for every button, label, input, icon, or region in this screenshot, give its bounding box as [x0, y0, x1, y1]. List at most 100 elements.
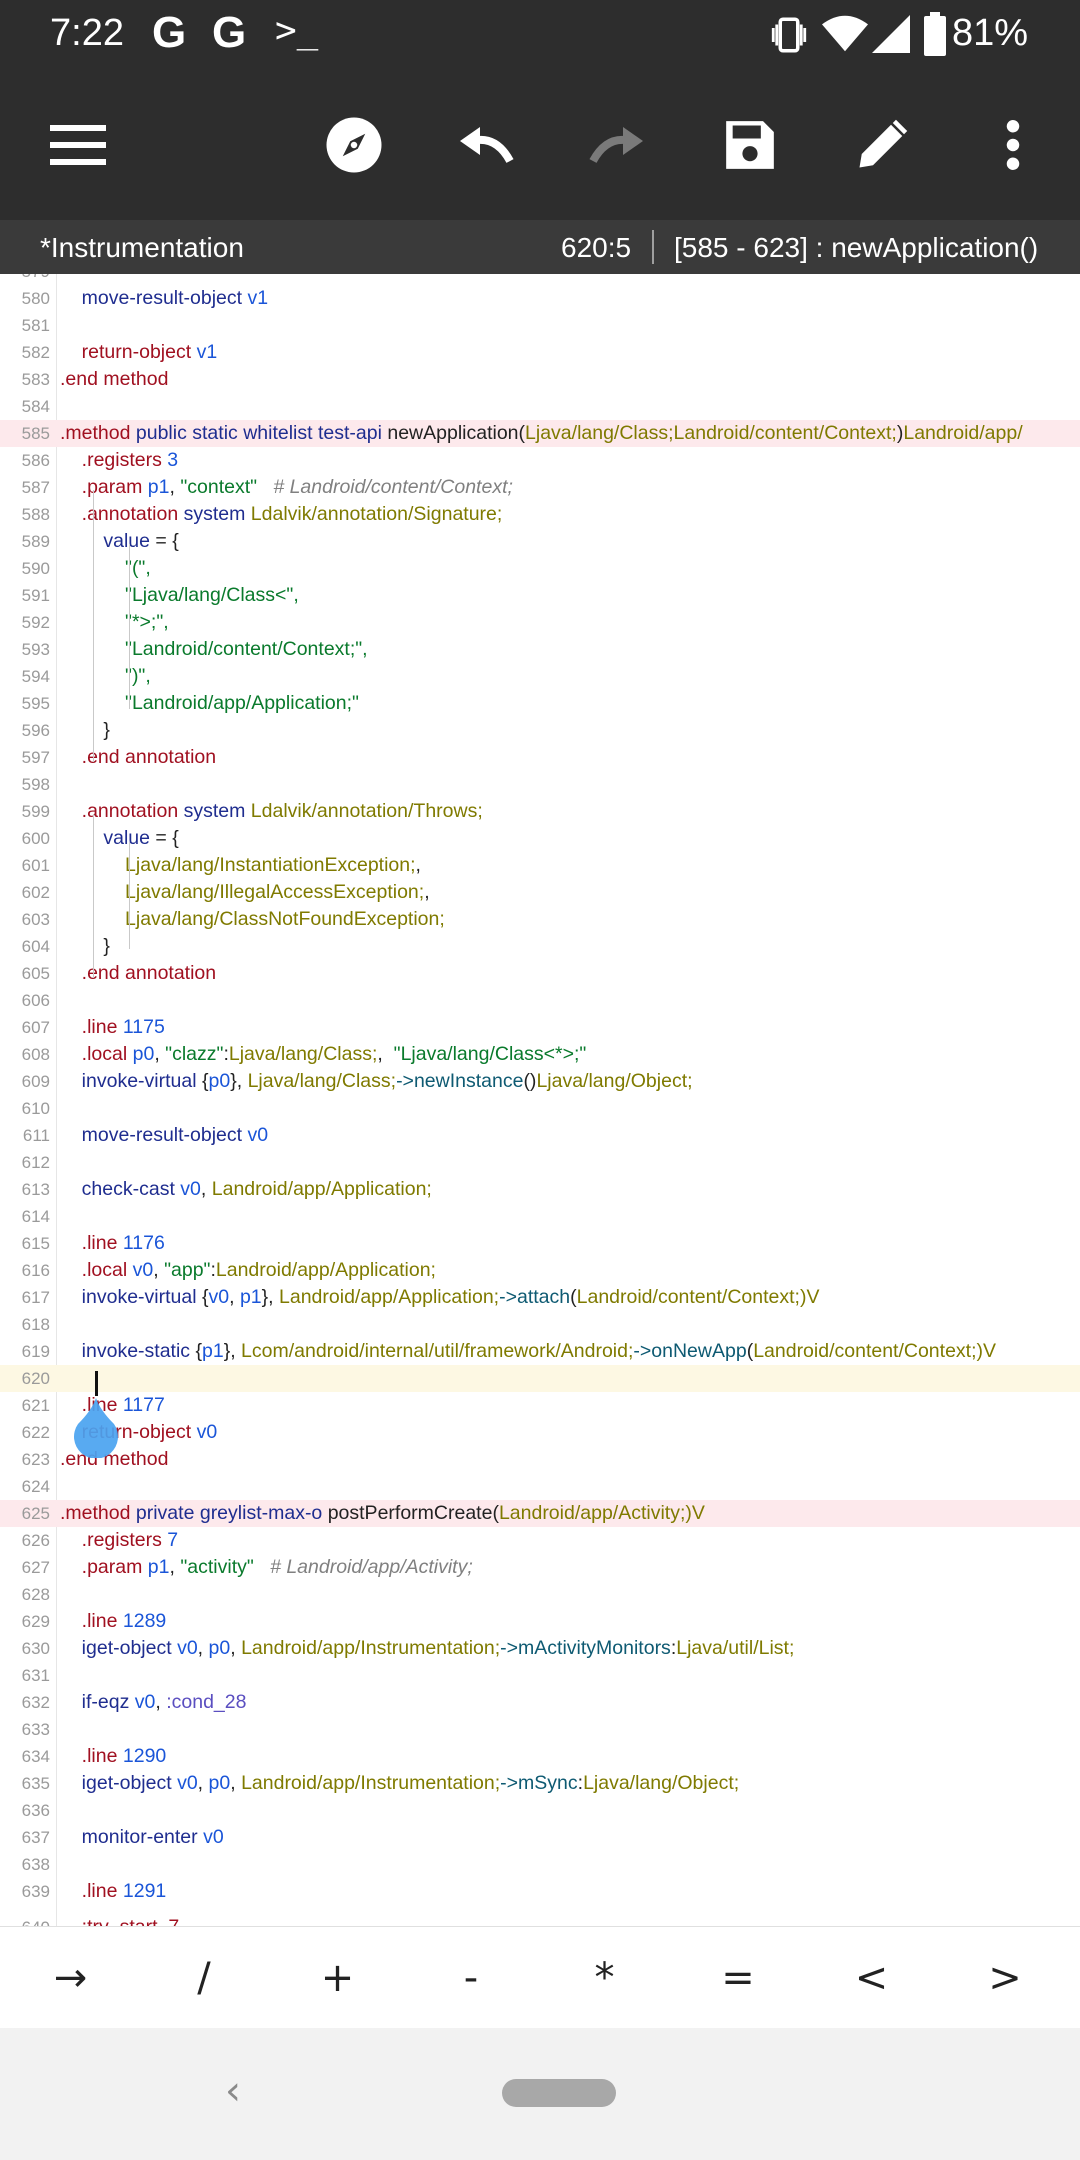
code-text: .registers 3 — [60, 449, 178, 472]
code-line[interactable]: 634 .line 1290 — [0, 1743, 1080, 1770]
code-line[interactable]: 590 "(", — [0, 555, 1080, 582]
code-line[interactable]: 589 value = { — [0, 528, 1080, 555]
code-line[interactable]: 614 — [0, 1203, 1080, 1230]
code-line[interactable]: 624 — [0, 1473, 1080, 1500]
key-plus[interactable]: + — [271, 1927, 404, 2029]
code-line[interactable]: 588 .annotation system Ldalvik/annotatio… — [0, 501, 1080, 528]
code-line[interactable]: 587 .param p1, "context" # Landroid/cont… — [0, 474, 1080, 501]
code-line[interactable]: 621 .line 1177 — [0, 1392, 1080, 1419]
key-equals[interactable]: = — [672, 1927, 805, 2029]
code-token: whitelist — [243, 422, 313, 444]
code-line[interactable]: 618 — [0, 1311, 1080, 1338]
code-line[interactable]: 630 iget-object v0, p0, Landroid/app/Ins… — [0, 1635, 1080, 1662]
code-line[interactable]: 633 — [0, 1716, 1080, 1743]
key-asterisk[interactable]: * — [538, 1927, 671, 2029]
code-line[interactable]: 593 "Landroid/content/Context;", — [0, 636, 1080, 663]
code-token: check-cast — [81, 1178, 175, 1200]
code-line[interactable]: 622 return-object v0 — [0, 1419, 1080, 1446]
code-line[interactable]: 627 .param p1, "activity" # Landroid/app… — [0, 1554, 1080, 1581]
code-token: .local — [81, 1259, 128, 1281]
code-line[interactable]: 625 .method private greylist-max-o postPe… — [0, 1500, 1080, 1527]
code-token: 1291 — [122, 1880, 167, 1902]
code-line[interactable]: 583 .end method — [0, 366, 1080, 393]
home-pill-button[interactable] — [502, 2079, 616, 2107]
save-button[interactable] — [710, 105, 790, 185]
code-line[interactable]: 585 .method public static whitelist test-… — [0, 420, 1080, 447]
code-token: iget-object — [81, 1772, 172, 1794]
code-line[interactable]: 586 .registers 3 — [0, 447, 1080, 474]
code-line[interactable]: 612 — [0, 1149, 1080, 1176]
edit-button[interactable] — [842, 105, 922, 185]
key-minus[interactable]: - — [405, 1927, 538, 2029]
code-line[interactable]: 600 value = { — [0, 825, 1080, 852]
code-line[interactable]: 619 invoke-static {p1}, Lcom/android/int… — [0, 1338, 1080, 1365]
code-line[interactable]: 601 Ljava/lang/InstantiationException;, — [0, 852, 1080, 879]
code-line[interactable]: 608 .local p0, "clazz":Ljava/lang/Class;… — [0, 1041, 1080, 1068]
code-line[interactable]: 629 .line 1289 — [0, 1608, 1080, 1635]
redo-button[interactable] — [577, 105, 657, 185]
code-line[interactable]: 606 — [0, 987, 1080, 1014]
code-line[interactable]: 603 Ljava/lang/ClassNotFoundException; — [0, 906, 1080, 933]
code-line[interactable]: 591 "Ljava/lang/Class<", — [0, 582, 1080, 609]
code-line[interactable]: 632 if-eqz v0, :cond_28 — [0, 1689, 1080, 1716]
code-line[interactable]: 626 .registers 7 — [0, 1527, 1080, 1554]
code-line[interactable]: 598 — [0, 771, 1080, 798]
code-text: check-cast v0, Landroid/app/Application; — [60, 1178, 432, 1201]
code-line[interactable]: 616 .local v0, "app":Landroid/app/Applic… — [0, 1257, 1080, 1284]
code-line[interactable]: 596 } — [0, 717, 1080, 744]
code-line[interactable]: 584 — [0, 393, 1080, 420]
overflow-menu-button[interactable] — [973, 105, 1053, 185]
method-range[interactable]: [585 - 623] : newApplication() — [674, 232, 1038, 264]
code-line[interactable]: 594 ")", — [0, 663, 1080, 690]
code-line[interactable]: 597 .end annotation — [0, 744, 1080, 771]
cursor-handle[interactable] — [70, 1398, 122, 1458]
code-line[interactable]: 613 check-cast v0, Landroid/app/Applicat… — [0, 1176, 1080, 1203]
back-button[interactable]: ‹ — [225, 2068, 241, 2114]
code-line[interactable]: 602 Ljava/lang/IllegalAccessException;, — [0, 879, 1080, 906]
code-line[interactable]: 611 move-result-object v0 — [0, 1122, 1080, 1149]
code-line[interactable]: 636 — [0, 1797, 1080, 1824]
key-slash[interactable]: / — [138, 1927, 271, 2029]
code-line[interactable]: 610 — [0, 1095, 1080, 1122]
line-number: 616 — [21, 1261, 50, 1280]
code-token: .end annotation — [81, 962, 217, 984]
code-line[interactable]: 609 invoke-virtual {p0}, Ljava/lang/Clas… — [0, 1068, 1080, 1095]
code-line[interactable]: 599 .annotation system Ldalvik/annotatio… — [0, 798, 1080, 825]
line-number: 627 — [21, 1558, 50, 1577]
code-line[interactable]: 592 "*>;", — [0, 609, 1080, 636]
code-line[interactable]: 617 invoke-virtual {v0, p1}, Landroid/ap… — [0, 1284, 1080, 1311]
code-line[interactable]: 581 — [0, 312, 1080, 339]
line-number: 584 — [21, 397, 50, 416]
code-line[interactable]: 620 — [0, 1365, 1080, 1392]
code-line[interactable]: 604 } — [0, 933, 1080, 960]
line-number: 606 — [21, 991, 50, 1010]
navigate-button[interactable] — [314, 105, 394, 185]
undo-button[interactable] — [446, 105, 526, 185]
code-line[interactable]: 607 .line 1175 — [0, 1014, 1080, 1041]
code-token: move-result-object — [81, 1124, 243, 1146]
code-editor[interactable]: 579 580 move-result-object v1 581 582 retu… — [0, 274, 1080, 1926]
code-line[interactable]: 580 move-result-object v1 — [0, 285, 1080, 312]
code-line[interactable]: 595 "Landroid/app/Application;" — [0, 690, 1080, 717]
key-greater-than[interactable]: > — [939, 1927, 1072, 2029]
code-line[interactable]: 628 — [0, 1581, 1080, 1608]
code-token: system — [183, 800, 246, 822]
key-less-than[interactable]: < — [805, 1927, 938, 2029]
code-token: iget-object — [81, 1637, 172, 1659]
code-line[interactable]: 637 monitor-enter v0 — [0, 1824, 1080, 1851]
code-text: ")", — [60, 665, 151, 688]
code-line[interactable]: 635 iget-object v0, p0, Landroid/app/Ins… — [0, 1770, 1080, 1797]
code-line[interactable]: 615 .line 1176 — [0, 1230, 1080, 1257]
menu-button[interactable] — [38, 105, 118, 185]
code-line[interactable]: 623 .end method — [0, 1446, 1080, 1473]
code-line[interactable]: 631 — [0, 1662, 1080, 1689]
code-line[interactable]: 639 .line 1291 — [0, 1878, 1080, 1905]
file-name: *Instrumentation — [40, 232, 244, 263]
code-line[interactable]: 582 return-object v1 — [0, 339, 1080, 366]
code-line[interactable]: 605 .end annotation — [0, 960, 1080, 987]
key-arrow-right[interactable]: → — [4, 1927, 137, 2029]
line-number: 599 — [21, 802, 50, 821]
code-line[interactable]: 638 — [0, 1851, 1080, 1878]
